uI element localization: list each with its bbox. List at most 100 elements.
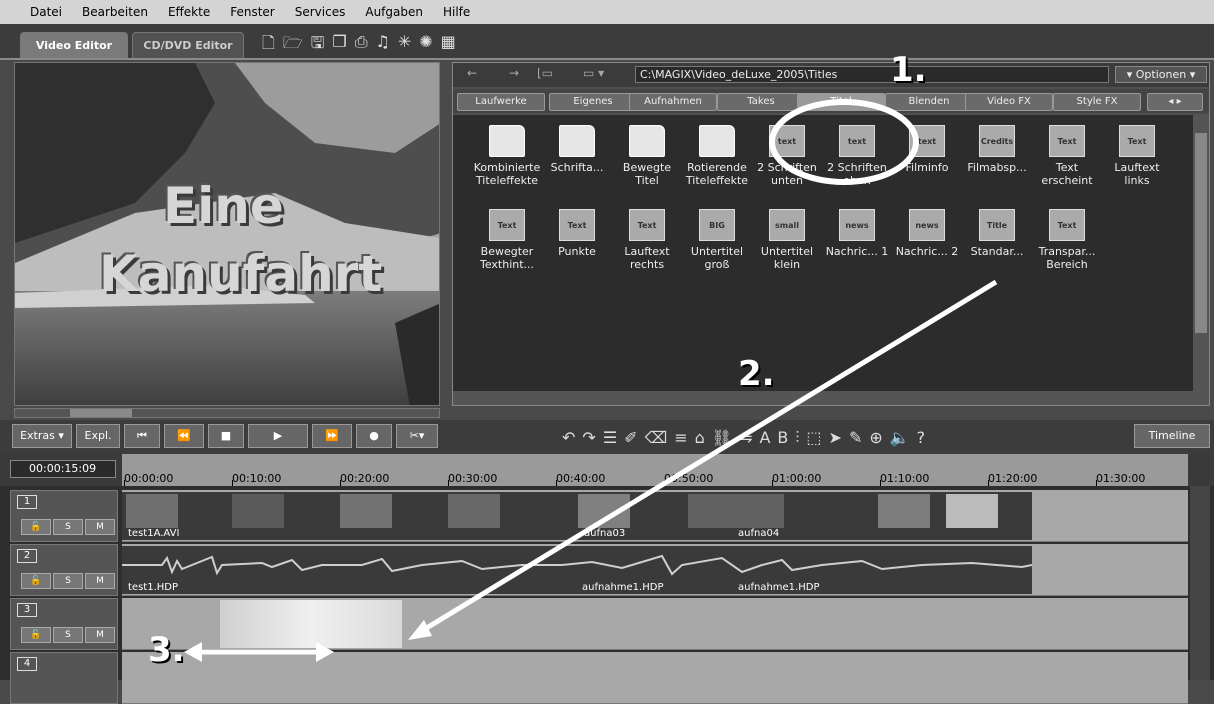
new-file-icon[interactable]: 🗋 bbox=[262, 32, 275, 59]
print-icon[interactable]: ⎙ bbox=[355, 32, 368, 59]
up-folder-icon[interactable]: ⌊▭ bbox=[537, 66, 553, 80]
pointer-icon[interactable]: ➤ bbox=[829, 428, 849, 447]
title-item[interactable]: news Nachric... 2 bbox=[891, 209, 963, 258]
video-preview[interactable]: Eine Kanufahrt bbox=[14, 62, 440, 406]
lock-button[interactable]: 🔓 bbox=[21, 519, 51, 535]
mute-button[interactable]: M bbox=[85, 573, 115, 589]
record-icon[interactable]: ● bbox=[356, 424, 392, 448]
back-icon[interactable]: ← bbox=[467, 66, 477, 80]
save-icon[interactable]: 🖫 bbox=[311, 32, 325, 59]
title-item[interactable]: BIG Untertitel groß bbox=[681, 209, 753, 271]
tab-blenden[interactable]: Blenden bbox=[885, 93, 973, 111]
title-item[interactable]: news Nachric... 1 bbox=[821, 209, 893, 258]
title-item[interactable]: Kombinierte Titeleffekte bbox=[471, 125, 543, 187]
menu-aufgaben[interactable]: Aufgaben bbox=[365, 5, 423, 19]
browser-vertical-scrollbar[interactable] bbox=[1193, 115, 1209, 391]
music-icon[interactable]: ♫ bbox=[376, 32, 390, 59]
title-item[interactable]: Text Lauftext rechts bbox=[611, 209, 683, 271]
eraser-icon[interactable]: ✐ bbox=[624, 428, 644, 447]
mute-button[interactable]: M bbox=[85, 627, 115, 643]
track-4-lane[interactable] bbox=[122, 652, 1188, 704]
solo-button[interactable]: S bbox=[53, 519, 83, 535]
track-number[interactable]: 1 bbox=[17, 495, 37, 509]
cut-icon[interactable]: ✂▾ bbox=[396, 424, 438, 448]
track-number[interactable]: 3 bbox=[17, 603, 37, 617]
stop-icon[interactable]: ■ bbox=[208, 424, 244, 448]
preview-scrollbar[interactable] bbox=[14, 408, 440, 418]
preview-scroll-thumb[interactable] bbox=[70, 409, 132, 417]
effects-wand-icon[interactable]: ✳ bbox=[398, 32, 411, 59]
title-item[interactable]: Bewegte Titel bbox=[611, 125, 683, 187]
play-icon[interactable]: ▶ bbox=[248, 424, 308, 448]
track-number[interactable]: 2 bbox=[17, 549, 37, 563]
title-item[interactable]: Credits Filmabsp... bbox=[961, 125, 1033, 174]
grid-icon[interactable]: ▦ bbox=[441, 32, 456, 59]
title-item[interactable]: text 2 Schriften oben bbox=[821, 125, 893, 187]
menu-effekte[interactable]: Effekte bbox=[168, 5, 210, 19]
speaker-icon[interactable]: 🔈 bbox=[890, 428, 917, 447]
title-item[interactable]: Title Standar... bbox=[961, 209, 1033, 258]
split-icon[interactable]: ≡ bbox=[674, 428, 694, 447]
video-track-lane[interactable]: test1A.AVI aufna03 aufna04 bbox=[122, 490, 1188, 542]
lock-button[interactable]: 🔓 bbox=[21, 627, 51, 643]
save-all-icon[interactable]: ❐ bbox=[332, 32, 346, 59]
redo-icon[interactable]: ↷ bbox=[582, 428, 602, 447]
menu-bearbeiten[interactable]: Bearbeiten bbox=[82, 5, 148, 19]
title-item[interactable]: Text Transpar... Bereich bbox=[1031, 209, 1103, 271]
title-clip-drop-zone[interactable] bbox=[220, 600, 402, 648]
rewind-icon[interactable]: ⏪ bbox=[164, 424, 204, 448]
tab-cd-dvd-editor[interactable]: CD/DVD Editor bbox=[132, 32, 244, 58]
delete-icon[interactable]: ⌫ bbox=[645, 428, 675, 447]
timeline-button[interactable]: Timeline bbox=[1134, 424, 1210, 448]
browser-horizontal-scrollbar[interactable] bbox=[453, 391, 1209, 405]
crossfade-icon[interactable]: ⇋ bbox=[739, 428, 759, 447]
mute-button[interactable]: M bbox=[85, 519, 115, 535]
pen-icon[interactable]: ✎ bbox=[849, 428, 869, 447]
options-dropdown[interactable]: ▾ Optionen ▾ bbox=[1115, 66, 1207, 83]
explorer-button[interactable]: Expl. bbox=[76, 424, 120, 448]
menu-hilfe[interactable]: Hilfe bbox=[443, 5, 470, 19]
help-pointer-icon[interactable]: ? bbox=[917, 428, 933, 447]
zoom-icon[interactable]: ⊕ bbox=[869, 428, 889, 447]
fast-forward-icon[interactable]: ⏩ bbox=[312, 424, 352, 448]
tab-titel[interactable]: Titel bbox=[797, 93, 885, 111]
go-to-start-icon[interactable]: ⏮ bbox=[124, 424, 160, 448]
tab-takes[interactable]: Takes bbox=[717, 93, 805, 111]
time-ruler[interactable]: 00:00:00 00:10:00 00:20:00 00:30:00 00:40:00… bbox=[122, 454, 1188, 486]
title-item[interactable]: Schrifta... bbox=[541, 125, 613, 174]
tab-aufnahmen[interactable]: Aufnahmen bbox=[629, 93, 717, 111]
title-track-lane[interactable] bbox=[122, 598, 1188, 650]
title-item[interactable]: Rotierende Titeleffekte bbox=[681, 125, 753, 187]
ruler-icon[interactable]: ⫶ bbox=[795, 428, 806, 447]
tab-eigenes[interactable]: Eigenes bbox=[549, 93, 637, 111]
menu-fenster[interactable]: Fenster bbox=[230, 5, 275, 19]
undo-icon[interactable]: ↶ bbox=[562, 428, 582, 447]
tab-scroll-arrows[interactable]: ◂ ▸ bbox=[1147, 93, 1203, 111]
title-item[interactable]: text 2 Schriften unten bbox=[751, 125, 823, 187]
link-icon[interactable]: ⛓ bbox=[712, 428, 739, 447]
menu-services[interactable]: Services bbox=[295, 5, 346, 19]
title-item[interactable]: text Filminfo bbox=[891, 125, 963, 174]
title-item[interactable]: Text Text erscheint bbox=[1031, 125, 1103, 187]
tab-video-fx[interactable]: Video FX bbox=[965, 93, 1053, 111]
path-field[interactable]: C:\MAGIX\Video_deLuxe_2005\Titles bbox=[635, 66, 1109, 83]
track-number[interactable]: 4 bbox=[17, 657, 37, 671]
browser-vscroll-thumb[interactable] bbox=[1195, 133, 1207, 333]
tab-video-editor[interactable]: Video Editor bbox=[20, 32, 128, 58]
select-range-icon[interactable]: ⬚ bbox=[806, 428, 828, 447]
tab-style-fx[interactable]: Style FX bbox=[1053, 93, 1141, 111]
title-item[interactable]: Text Bewegter Texthint... bbox=[471, 209, 543, 271]
lock-button[interactable]: 🔓 bbox=[21, 573, 51, 589]
tab-laufwerke[interactable]: Laufwerke bbox=[457, 93, 545, 111]
solo-button[interactable]: S bbox=[53, 627, 83, 643]
group-icon[interactable]: ⌂ bbox=[695, 428, 712, 447]
title-item[interactable]: Text Lauftext links bbox=[1101, 125, 1173, 187]
forward-icon[interactable]: → bbox=[509, 66, 519, 80]
title-item[interactable]: Text Punkte bbox=[541, 209, 613, 258]
menu-datei[interactable]: Datei bbox=[30, 5, 62, 19]
title-item[interactable]: small Untertitel klein bbox=[751, 209, 823, 271]
audio-track-lane[interactable]: test1.HDP aufnahme1.HDP aufnahme1.HDP bbox=[122, 544, 1188, 596]
open-icon[interactable]: 🗁 bbox=[283, 32, 303, 59]
extras-menu-button[interactable]: Extras ▾ bbox=[12, 424, 72, 448]
solo-button[interactable]: S bbox=[53, 573, 83, 589]
